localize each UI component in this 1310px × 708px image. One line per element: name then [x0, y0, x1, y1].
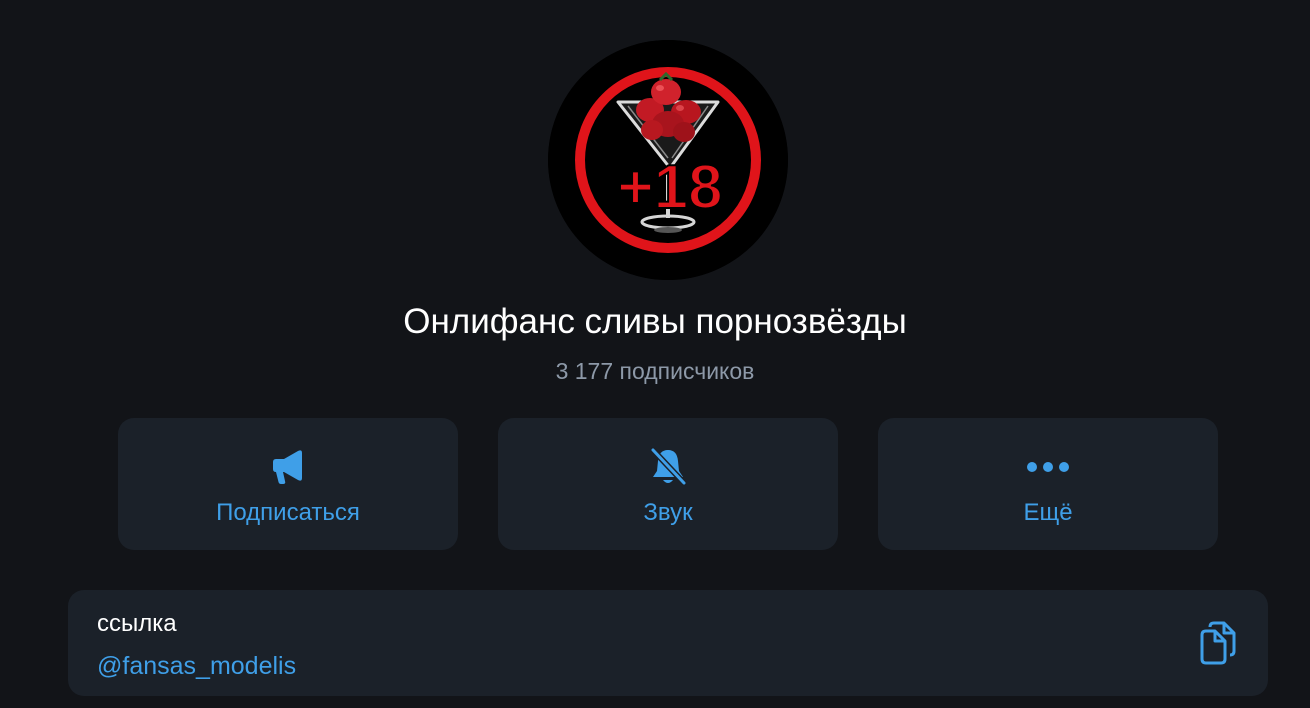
link-label: ссылка [97, 610, 177, 637]
bell-muted-icon [498, 446, 838, 488]
channel-avatar[interactable]: +18 [548, 40, 788, 280]
channel-title: Онлифанс сливы порнозвёзды [403, 302, 907, 341]
subscribe-label: Подписаться [216, 499, 360, 526]
channel-profile-page: +18 Онлифанс сливы порнозвёзды 3 177 под… [0, 0, 1310, 708]
more-label: Ещё [1023, 499, 1073, 526]
sound-button[interactable]: Звук [498, 418, 838, 550]
adult-18-logo-icon: +18 [548, 40, 788, 280]
svg-text:+18: +18 [617, 153, 722, 222]
subscriber-count: 3 177 подписчиков [555, 358, 755, 384]
copy-icon[interactable] [1196, 620, 1240, 666]
channel-link-card[interactable]: ссылка @fansas_modelis [68, 590, 1268, 696]
more-dots-icon [878, 446, 1218, 488]
channel-username-link[interactable]: @fansas_modelis [97, 650, 296, 682]
subscribe-button[interactable]: Подписаться [118, 418, 458, 550]
more-button[interactable]: Ещё [878, 418, 1218, 550]
megaphone-icon [118, 446, 458, 488]
action-buttons: Подписаться Звук Ещё [118, 418, 1218, 550]
sound-label: Звук [643, 499, 693, 526]
